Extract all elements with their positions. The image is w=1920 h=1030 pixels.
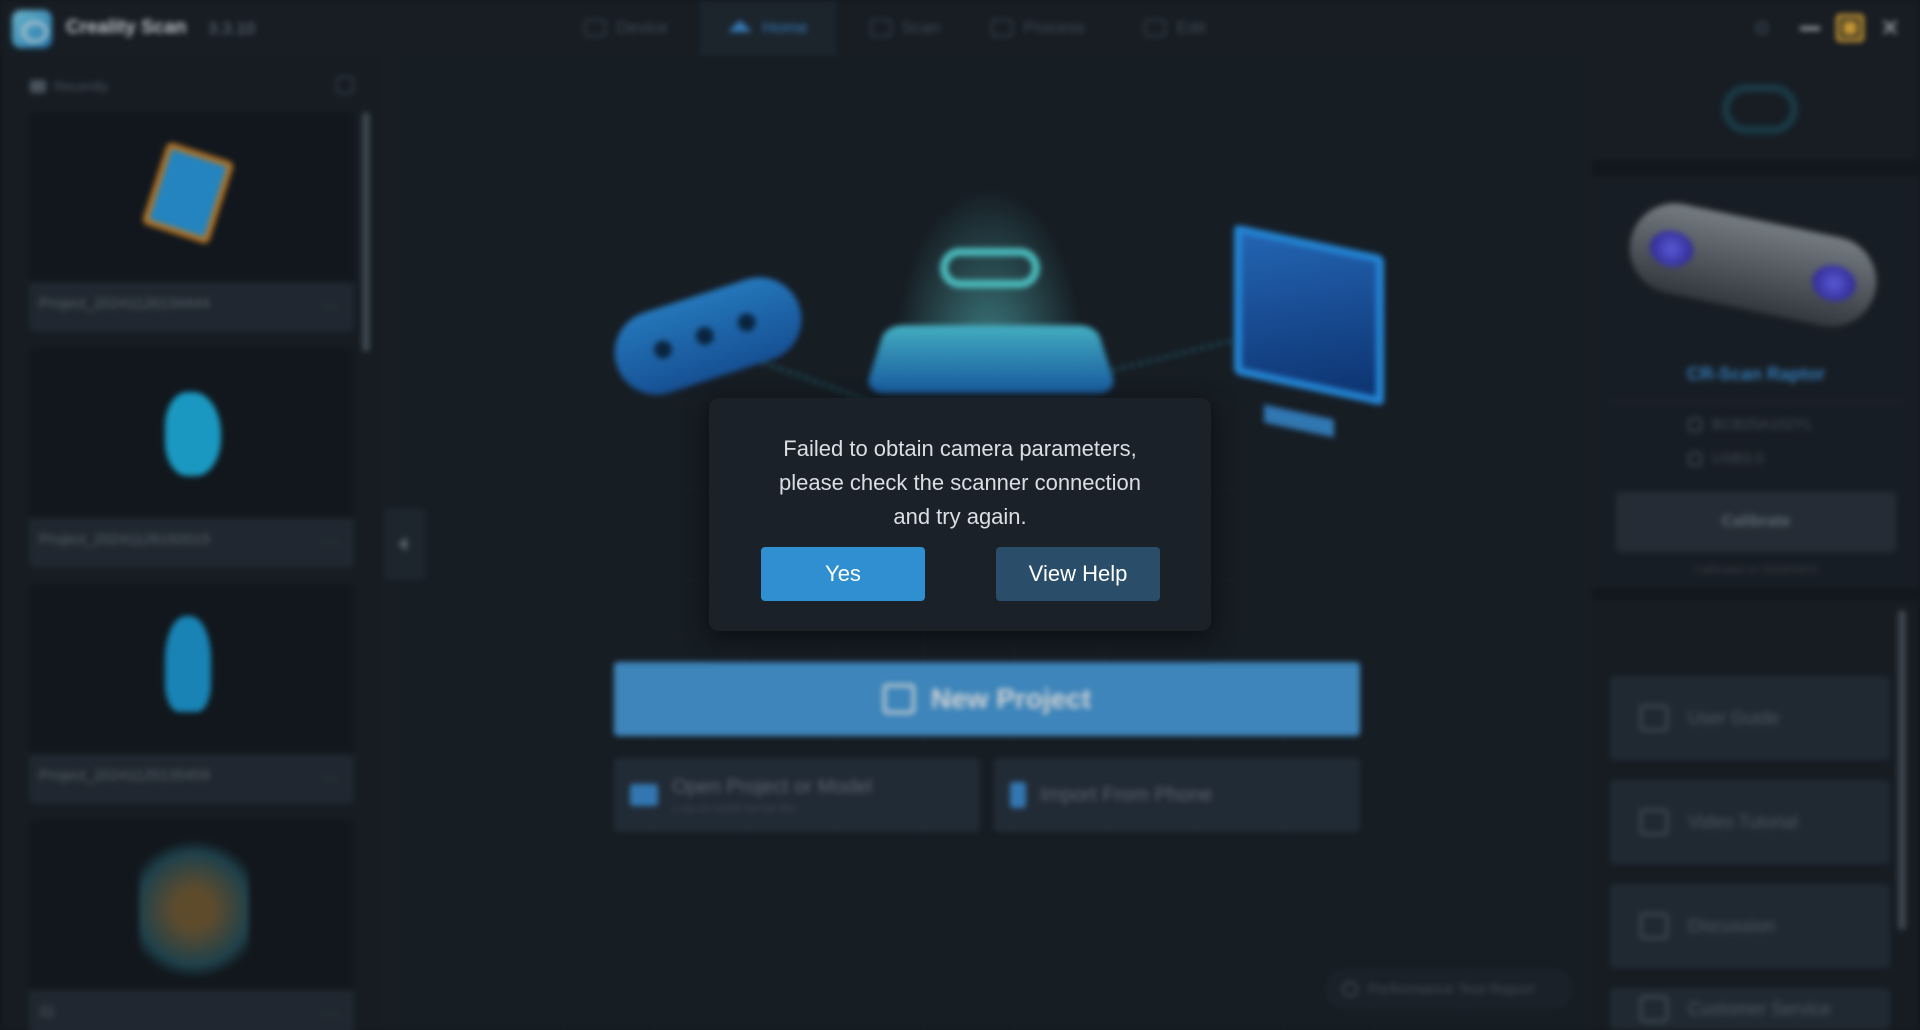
view-help-button[interactable]: View Help <box>996 547 1160 601</box>
error-dialog: Failed to obtain camera parameters, plea… <box>709 398 1211 631</box>
yes-button[interactable]: Yes <box>761 547 925 601</box>
dialog-message: Failed to obtain camera parameters, plea… <box>729 432 1191 534</box>
dialog-message-line: please check the scanner connection <box>778 470 1141 495</box>
dialog-message-line: and try again. <box>893 504 1027 529</box>
dialog-message-line: Failed to obtain camera parameters, <box>783 436 1137 461</box>
